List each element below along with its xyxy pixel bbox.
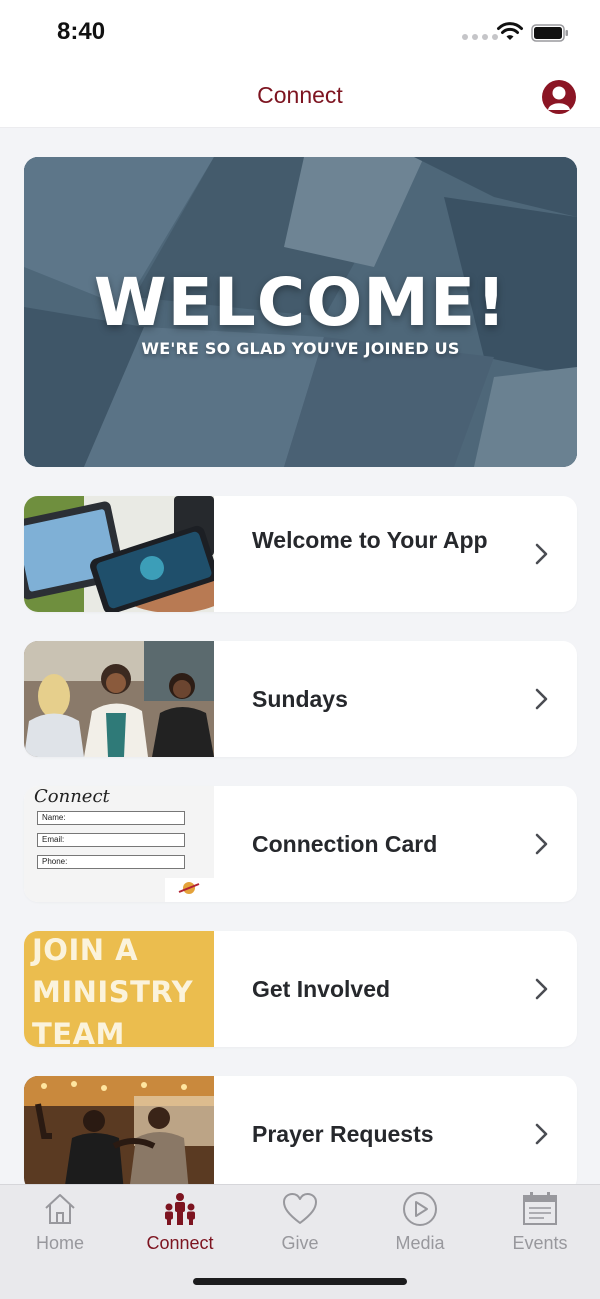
tab-label: Events (512, 1233, 568, 1253)
tab-label: Connect (146, 1233, 214, 1253)
people-icon (165, 1193, 195, 1225)
tab-events[interactable]: Events (480, 1185, 600, 1265)
list-item-label: Sundays (252, 686, 348, 712)
banner-headline: WELCOME! (93, 264, 508, 341)
home-icon (45, 1194, 75, 1224)
profile-icon[interactable] (542, 80, 576, 114)
nav-header: Connect (0, 64, 600, 128)
chevron-right-icon (535, 688, 548, 710)
connect-form-email-field: Email: (37, 833, 185, 847)
ministry-line-2: MINISTRY (32, 975, 194, 1009)
chevron-right-icon (535, 833, 548, 855)
phone-tablet-photo (24, 496, 214, 612)
list-item-get-involved[interactable]: JOIN A MINISTRY TEAM Get Involved (24, 931, 577, 1047)
people-talking-photo (24, 641, 214, 757)
tab-give[interactable]: Give (240, 1185, 360, 1265)
list-item-label: Connection Card (252, 831, 438, 857)
welcome-banner[interactable]: WELCOME! WE'RE SO GLAD YOU'VE JOINED US (24, 157, 577, 467)
cellular-signal-icon (462, 34, 498, 40)
ministry-line-1: JOIN A (32, 933, 139, 967)
heart-icon (283, 1193, 317, 1224)
status-bar: 8:40 (0, 0, 600, 64)
tab-label: Give (281, 1233, 319, 1253)
tab-media[interactable]: Media (360, 1185, 480, 1265)
list-item-label: Get Involved (252, 976, 391, 1002)
status-time: 8:40 (57, 18, 106, 45)
prayer-group-photo (24, 1076, 214, 1192)
list-item-sundays[interactable]: Sundays (24, 641, 577, 757)
connect-form-phone-field: Phone: (37, 855, 185, 869)
chevron-right-icon (535, 1123, 548, 1145)
banner-subline: WE'RE SO GLAD YOU'VE JOINED US (141, 339, 460, 358)
list-item-connection-card[interactable]: Connect Name: Email: Phone: Connection C… (24, 786, 577, 902)
home-indicator[interactable] (193, 1278, 407, 1285)
play-icon (403, 1192, 437, 1226)
chevron-right-icon (535, 543, 548, 565)
connect-form-title: Connect (34, 786, 110, 807)
wifi-icon (497, 22, 523, 40)
page-title: Connect (257, 82, 343, 108)
chevron-right-icon (535, 978, 548, 1000)
join-ministry-team-graphic: JOIN A MINISTRY TEAM (24, 931, 214, 1047)
battery-icon (531, 24, 568, 42)
calendar-icon (523, 1192, 557, 1225)
app-screen: 8:40 Connect WELCOME! WE'RE SO GLAD YOU'… (0, 0, 600, 1299)
tab-connect[interactable]: Connect (120, 1185, 240, 1265)
list-item-prayer-requests[interactable]: Prayer Requests (24, 1076, 577, 1192)
connect-form-image: Connect Name: Email: Phone: (24, 786, 214, 902)
tab-home[interactable]: Home (0, 1185, 120, 1265)
tab-label: Media (395, 1233, 445, 1253)
list-item-label: Prayer Requests (252, 1121, 434, 1147)
tab-label: Home (35, 1233, 84, 1253)
list-item-welcome[interactable]: Welcome to Your App (24, 496, 577, 612)
ministry-line-3: TEAM (32, 1017, 125, 1047)
connect-form-name-field: Name: (37, 811, 185, 825)
list-item-label: Welcome to Your App (252, 527, 488, 553)
church-logo-icon (165, 878, 214, 902)
